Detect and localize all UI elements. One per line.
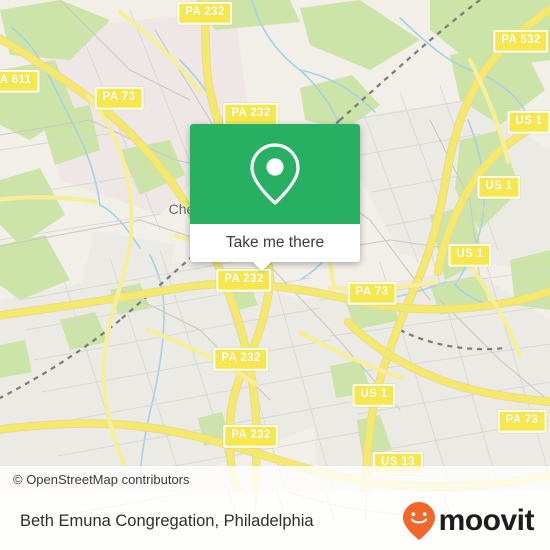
road-shield: PA 232: [177, 1, 233, 25]
road-shield: PA 232: [223, 102, 279, 126]
take-me-there-button[interactable]: Take me there: [190, 224, 360, 271]
road-shield: PA 73: [347, 281, 397, 305]
map-pin-icon: [250, 143, 300, 205]
map-attribution-bar: © OpenStreetMap contributors: [0, 466, 550, 492]
page-title: Beth Emuna Congregation, Philadelphia: [20, 511, 314, 530]
popup-pointer: [252, 261, 272, 271]
moovit-logo[interactable]: moovit: [402, 501, 550, 541]
take-me-there-label: Take me there: [225, 234, 325, 251]
road-shield: PA 611: [0, 69, 40, 93]
road-shield: US 1: [352, 383, 396, 407]
road-shield: PA 232: [213, 347, 269, 371]
road-shield: US 1: [507, 110, 550, 134]
location-popup-card[interactable]: Take me there: [190, 124, 360, 271]
attribution-text[interactable]: © OpenStreetMap contributors: [0, 472, 190, 487]
popup-pin-area: [190, 124, 360, 224]
moovit-map-page: .land { fill:#f2efe9; } .park { fill:#cd…: [0, 0, 550, 550]
moovit-pin-smiley-icon: [402, 502, 435, 540]
road-shield: PA 232: [223, 424, 279, 448]
road-shield: US 1: [477, 175, 521, 199]
moovit-wordmark: moovit: [438, 504, 535, 537]
road-shield: PA 232: [216, 268, 272, 292]
road-shield: PA 532: [493, 29, 549, 53]
road-shield: US 1: [448, 243, 492, 267]
road-shield: PA 73: [497, 409, 547, 433]
road-shield: PA 73: [94, 86, 144, 110]
footer-bar: Beth Emuna Congregation, Philadelphia mo…: [0, 492, 550, 550]
